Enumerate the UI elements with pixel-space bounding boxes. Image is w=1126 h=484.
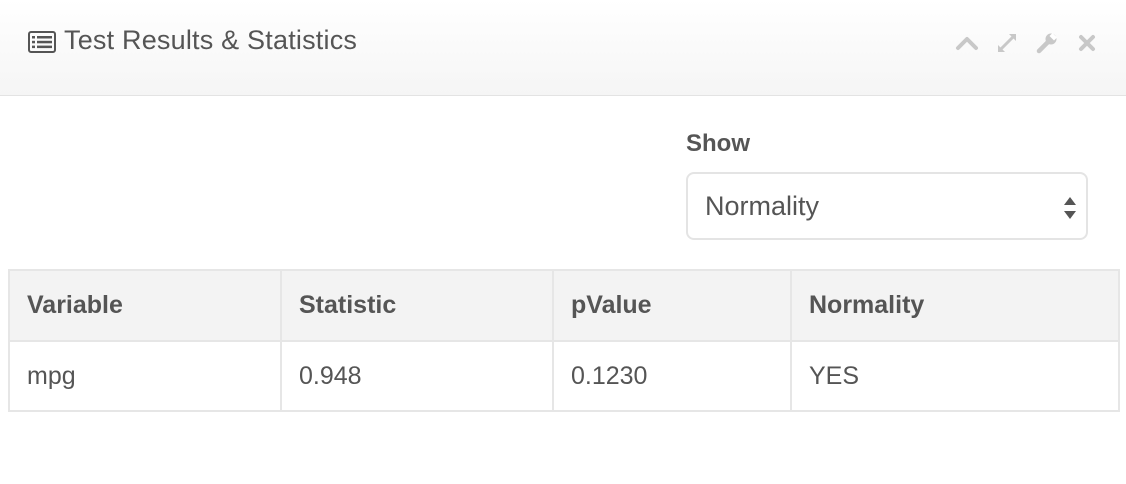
close-icon[interactable] bbox=[1074, 30, 1100, 56]
panel-header: Test Results & Statistics bbox=[0, 0, 1126, 96]
show-label: Show bbox=[686, 130, 750, 157]
wrench-icon[interactable] bbox=[1034, 30, 1060, 56]
panel-title: Test Results & Statistics bbox=[64, 25, 358, 55]
table-header-row: Variable Statistic pValue Normality bbox=[8, 269, 1120, 342]
column-header-statistic[interactable]: Statistic bbox=[280, 269, 554, 342]
show-select[interactable]: Normality bbox=[686, 172, 1088, 240]
column-header-normality[interactable]: Normality bbox=[790, 269, 1120, 342]
column-header-variable[interactable]: Variable bbox=[8, 269, 282, 342]
table-row: mpg 0.948 0.1230 YES bbox=[8, 340, 1120, 412]
cell-variable: mpg bbox=[8, 340, 282, 412]
select-arrows-icon bbox=[1062, 194, 1078, 222]
cell-statistic: 0.948 bbox=[280, 340, 554, 412]
results-table: Variable Statistic pValue Normality mpg … bbox=[8, 269, 1120, 412]
collapse-icon[interactable] bbox=[954, 30, 980, 56]
cell-normality: YES bbox=[790, 340, 1120, 412]
column-header-pvalue[interactable]: pValue bbox=[552, 269, 792, 342]
cell-pvalue: 0.1230 bbox=[552, 340, 792, 412]
panel-toolbar bbox=[954, 30, 1100, 56]
show-select-value: Normality bbox=[705, 191, 820, 221]
test-results-panel: Test Results & Statistics Show Normality… bbox=[0, 0, 1126, 484]
fullscreen-icon[interactable] bbox=[994, 30, 1020, 56]
list-alt-icon bbox=[28, 31, 56, 53]
